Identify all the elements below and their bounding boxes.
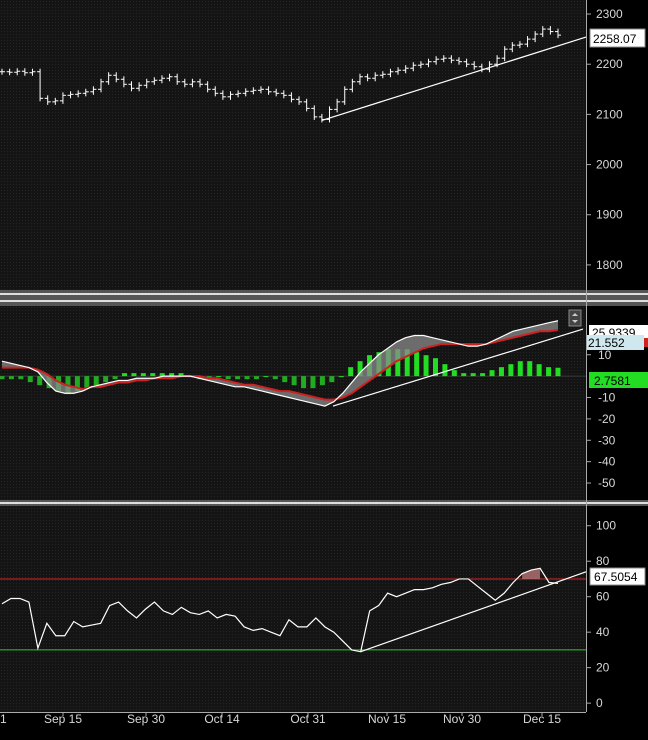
rsi-tick-label: 40 <box>596 625 610 639</box>
rsi-tick-label: 80 <box>596 554 610 568</box>
macd-scroll-control[interactable] <box>568 309 582 327</box>
macd-histogram-label: 2.7581 <box>594 374 631 388</box>
macd-histogram-bar <box>508 364 514 377</box>
macd-histogram-bar <box>461 373 467 377</box>
panel-separator-line <box>0 300 648 302</box>
price-last-value-label: 2258.07 <box>593 32 637 46</box>
macd-histogram-bar <box>498 367 504 377</box>
macd-histogram-bar <box>301 376 307 389</box>
macd-tick-label: -20 <box>598 412 616 426</box>
macd-histogram-bar <box>235 376 241 380</box>
macd-histogram-bar <box>527 361 533 377</box>
price-tick-label: 2100 <box>596 107 623 121</box>
macd-histogram-bar <box>27 376 33 383</box>
rsi-value-label: 67.5054 <box>594 570 638 584</box>
rsi-tick-label: 20 <box>596 661 610 675</box>
macd-histogram-bar <box>140 373 146 377</box>
macd-histogram-bar <box>122 373 128 377</box>
price-tick-label: 1800 <box>596 258 623 272</box>
chart-canvas: 180019002000210022002300 2258.07 -50-40-… <box>0 0 648 740</box>
price-tick-label: 2300 <box>596 7 623 21</box>
macd-histogram-bar <box>253 376 259 380</box>
macd-histogram-bar <box>414 352 420 377</box>
macd-histogram-bar <box>93 376 99 386</box>
price-plot-area <box>0 0 586 290</box>
rsi-tick-label: 0 <box>596 696 603 710</box>
macd-histogram-bar <box>244 376 250 380</box>
macd-histogram-bar <box>489 370 495 377</box>
macd-histogram-bar <box>480 373 486 377</box>
macd-histogram-bar <box>442 364 448 377</box>
rsi-tick-label: 100 <box>596 519 616 533</box>
macd-histogram-bar <box>131 373 137 377</box>
macd-histogram-bar <box>291 376 297 386</box>
macd-histogram-bar <box>329 376 335 383</box>
macd-tick-label: -50 <box>598 476 616 490</box>
panel-separator <box>0 290 648 306</box>
macd-histogram-bar <box>282 376 288 383</box>
panel-separator-line <box>0 293 648 295</box>
macd-histogram-bar <box>470 373 476 377</box>
macd-histogram-bar <box>272 376 278 380</box>
price-tick-label: 1900 <box>596 208 623 222</box>
macd-histogram-bar <box>555 367 561 377</box>
macd-panel: -50-40-30-20-1010 25.9339 21.552 2.7581 <box>0 306 648 500</box>
rsi-panel: 0 20 40 60 80 100 67.5054 <box>0 506 646 712</box>
macd-histogram-bar <box>216 376 222 378</box>
macd-histogram-bar <box>84 376 90 389</box>
x-tick-label: 1 <box>0 712 7 726</box>
macd-histogram-bar <box>517 361 523 377</box>
rsi-value-tag: 67.5054 <box>589 567 646 586</box>
macd-histogram-bar <box>319 376 325 386</box>
macd-histogram-bar <box>150 373 156 377</box>
macd-plot-area <box>0 306 586 500</box>
price-panel: 1800 1900 2000 2100 2200 2300 2258.07 <box>0 0 646 290</box>
macd-histogram-bar <box>37 376 43 386</box>
macd-histogram-bar <box>423 355 429 377</box>
macd-histogram-bar <box>536 364 542 377</box>
macd-histogram-bar <box>103 376 109 383</box>
macd-histogram-tag: 2.7581 <box>589 372 648 388</box>
macd-tick-label: -40 <box>598 455 616 469</box>
macd-histogram-bar <box>546 367 552 377</box>
macd-histogram-bar <box>225 376 231 380</box>
macd-histogram-bar <box>0 376 5 380</box>
macd-signal-tag: 21.552 <box>586 335 648 350</box>
x-axis: 1 Sep 15 Sep 30 Oct 14 Oct 31 Nov 15 Nov… <box>0 712 648 740</box>
macd-histogram-bar <box>338 376 344 378</box>
macd-signal-label: 21.552 <box>588 336 625 350</box>
macd-tick-label: -10 <box>598 391 616 405</box>
price-tick-label: 2200 <box>596 57 623 71</box>
macd-histogram-bar <box>263 376 269 378</box>
macd-tick-label: -30 <box>598 433 616 447</box>
macd-histogram-bar <box>18 376 24 380</box>
macd-histogram-bar <box>348 367 354 377</box>
macd-histogram-bar <box>8 376 14 380</box>
price-tick-label: 2000 <box>596 158 623 172</box>
price-last-value-tag: 2258.07 <box>589 28 646 48</box>
rsi-tick-label: 60 <box>596 590 610 604</box>
panel-separator-line <box>0 502 648 504</box>
macd-histogram-bar <box>451 370 457 377</box>
macd-histogram-bar <box>310 376 316 389</box>
macd-histogram-bar <box>112 376 118 380</box>
rsi-plot-area <box>0 506 586 712</box>
